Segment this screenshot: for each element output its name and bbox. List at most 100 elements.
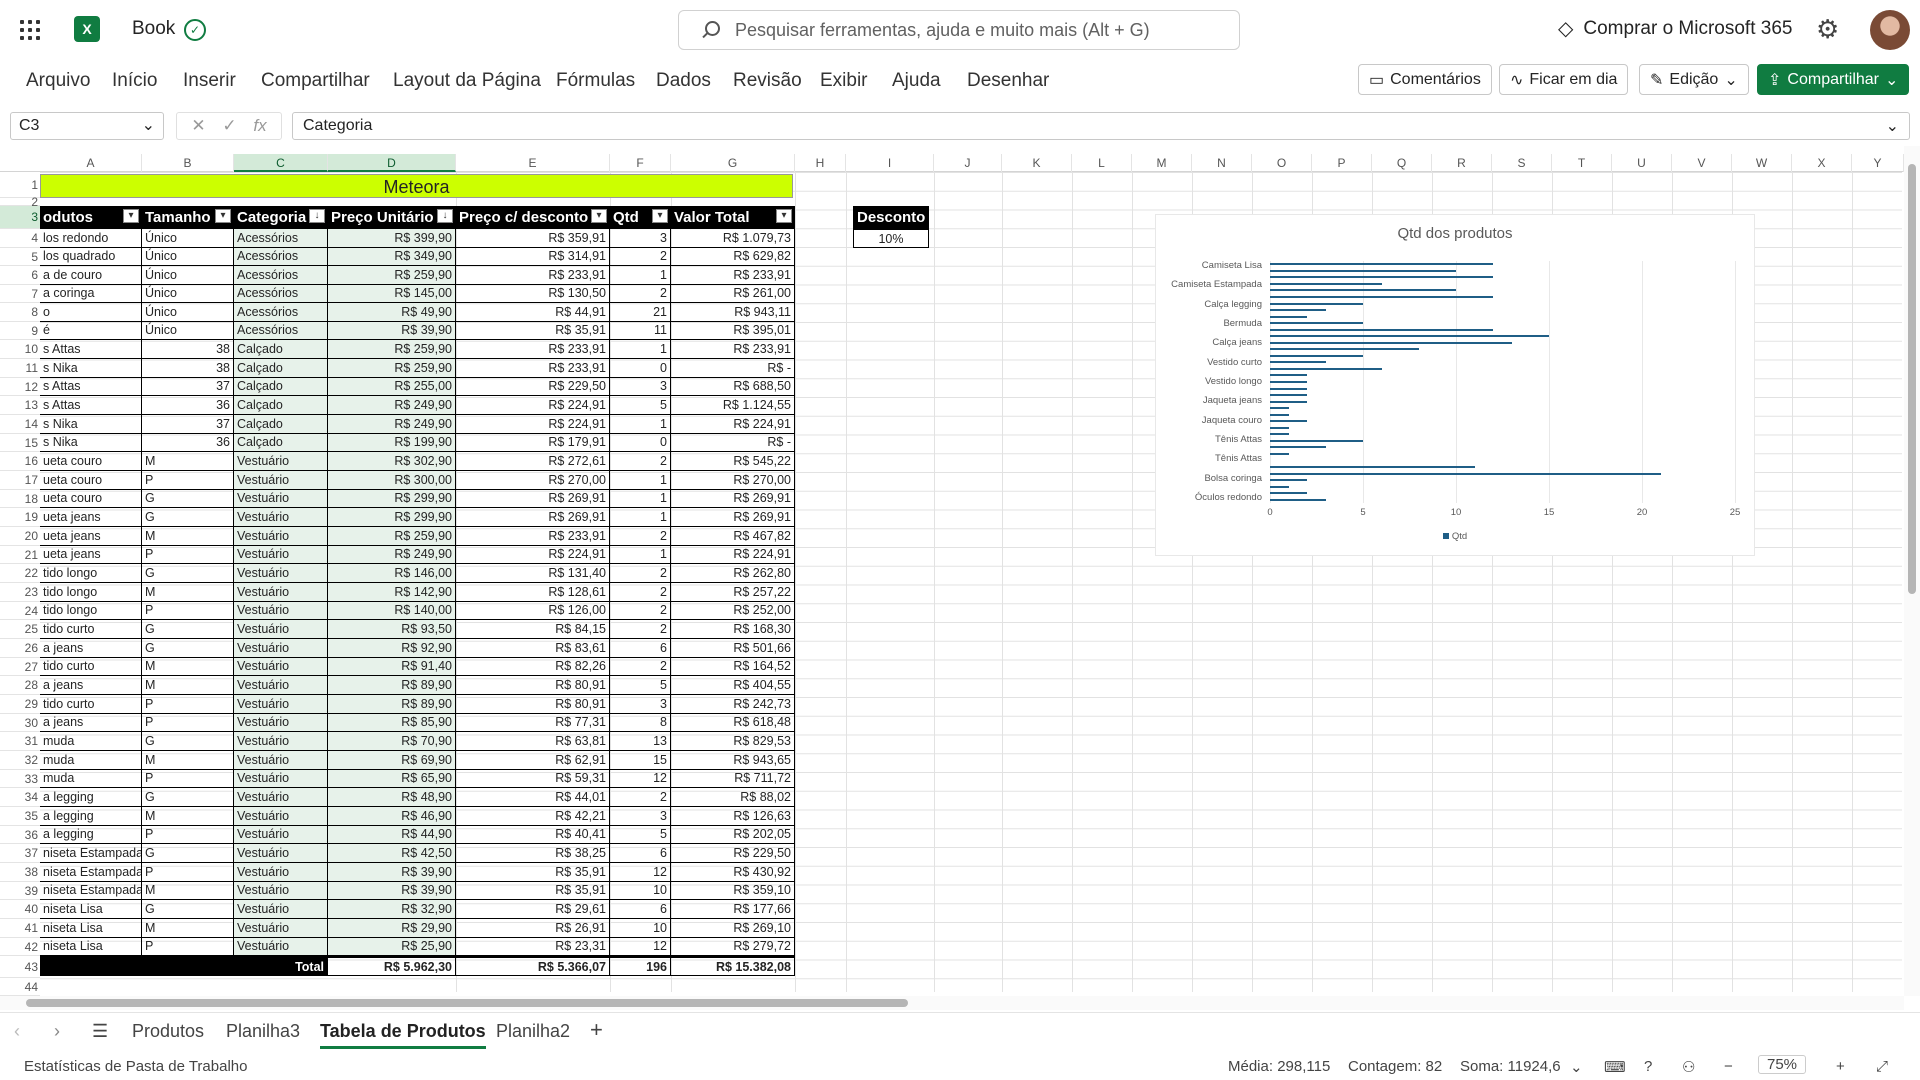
table-cell[interactable]: Único: [142, 266, 234, 285]
table-cell[interactable]: 0: [610, 359, 671, 378]
table-cell[interactable]: G: [142, 788, 234, 807]
table-cell[interactable]: 36: [142, 434, 234, 452]
table-cell[interactable]: M: [142, 527, 234, 546]
table-cell[interactable]: 1: [610, 546, 671, 564]
table-cell[interactable]: 1: [610, 490, 671, 508]
table-header[interactable]: Categoria ↓: [234, 206, 328, 229]
table-cell[interactable]: Calçado: [234, 434, 328, 452]
table-cell[interactable]: Vestuário: [234, 807, 328, 826]
settings-gear-icon[interactable]: ⚙: [1816, 14, 1839, 45]
column-header[interactable]: Q: [1372, 154, 1432, 172]
table-cell[interactable]: s Attas: [40, 378, 142, 396]
filter-dropdown-icon[interactable]: ▾: [776, 209, 792, 223]
table-cell[interactable]: R$ 259,90: [328, 266, 456, 285]
menu-item[interactable]: Desenhar: [967, 70, 1049, 92]
table-cell[interactable]: tido longo: [40, 583, 142, 602]
row-header[interactable]: 23: [0, 583, 40, 602]
table-cell[interactable]: é: [40, 322, 142, 340]
table-cell[interactable]: R$ 359,10: [671, 882, 795, 900]
row-header[interactable]: 2: [0, 196, 40, 208]
table-cell[interactable]: R$ 126,63: [671, 807, 795, 826]
row-header[interactable]: 27: [0, 658, 40, 676]
row-header[interactable]: 29: [0, 695, 40, 714]
table-cell[interactable]: s Nika: [40, 434, 142, 452]
table-cell[interactable]: Vestuário: [234, 490, 328, 508]
row-header[interactable]: 22: [0, 564, 40, 583]
table-cell[interactable]: R$ 44,91: [456, 303, 610, 322]
table-cell[interactable]: R$ 26,91: [456, 919, 610, 938]
table-cell[interactable]: a jeans: [40, 714, 142, 732]
table-cell[interactable]: R$ 618,48: [671, 714, 795, 732]
table-cell[interactable]: R$ 252,00: [671, 602, 795, 620]
table-cell[interactable]: 0: [610, 434, 671, 452]
column-header[interactable]: W: [1732, 154, 1792, 172]
row-header[interactable]: 24: [0, 602, 40, 620]
chart-bar[interactable]: [1270, 361, 1326, 364]
table-cell[interactable]: G: [142, 564, 234, 583]
menu-item[interactable]: Compartilhar: [261, 70, 370, 92]
table-cell[interactable]: muda: [40, 751, 142, 770]
table-cell[interactable]: P: [142, 471, 234, 490]
row-header[interactable]: 10: [0, 340, 40, 359]
total-cell[interactable]: R$ 15.382,08: [671, 956, 795, 976]
column-header[interactable]: L: [1072, 154, 1132, 172]
table-cell[interactable]: 5: [610, 676, 671, 695]
table-cell[interactable]: Único: [142, 285, 234, 303]
chart-bar[interactable]: [1270, 479, 1308, 482]
table-cell[interactable]: niseta Lisa: [40, 900, 142, 919]
chevron-down-icon[interactable]: ⌄: [1570, 1058, 1583, 1076]
table-cell[interactable]: Vestuário: [234, 546, 328, 564]
column-header[interactable]: M: [1132, 154, 1192, 172]
table-cell[interactable]: 36: [142, 396, 234, 415]
zoom-level[interactable]: 75%: [1758, 1055, 1807, 1074]
table-cell[interactable]: R$ 88,02: [671, 788, 795, 807]
table-cell[interactable]: 3: [610, 378, 671, 396]
chart-bar[interactable]: [1270, 400, 1308, 403]
table-cell[interactable]: ueta couro: [40, 452, 142, 471]
table-cell[interactable]: R$ 59,31: [456, 770, 610, 788]
table-cell[interactable]: niseta Estampada: [40, 863, 142, 882]
table-cell[interactable]: R$ 80,91: [456, 676, 610, 695]
total-cell[interactable]: 196: [610, 956, 671, 976]
table-cell[interactable]: 3: [610, 695, 671, 714]
table-cell[interactable]: P: [142, 863, 234, 882]
saved-status-icon[interactable]: ✓: [184, 19, 206, 41]
table-cell[interactable]: R$ 83,61: [456, 639, 610, 658]
table-cell[interactable]: ueta couro: [40, 490, 142, 508]
table-cell[interactable]: R$ 688,50: [671, 378, 795, 396]
menu-item[interactable]: Layout da Página: [393, 70, 541, 92]
table-cell[interactable]: 2: [610, 564, 671, 583]
table-cell[interactable]: R$ 943,11: [671, 303, 795, 322]
table-cell[interactable]: 1: [610, 415, 671, 434]
table-cell[interactable]: Único: [142, 229, 234, 248]
table-cell[interactable]: R$ 249,90: [328, 396, 456, 415]
qtd-chart[interactable]: Qtd dos produtos 0 5 10 15 20 25 Camiseta Lisa…: [1155, 214, 1755, 556]
filter-dropdown-icon[interactable]: ▾: [215, 209, 231, 223]
row-header[interactable]: 40: [0, 900, 40, 919]
table-cell[interactable]: R$ 270,00: [671, 471, 795, 490]
table-cell[interactable]: a legging: [40, 788, 142, 807]
chart-bar[interactable]: [1270, 387, 1308, 390]
chart-bar[interactable]: [1270, 413, 1289, 416]
table-cell[interactable]: G: [142, 900, 234, 919]
row-header[interactable]: 41: [0, 919, 40, 938]
table-cell[interactable]: tido longo: [40, 564, 142, 583]
table-cell[interactable]: s Attas: [40, 340, 142, 359]
table-cell[interactable]: M: [142, 452, 234, 471]
chart-bar[interactable]: [1270, 263, 1494, 266]
table-cell[interactable]: 11: [610, 322, 671, 340]
table-cell[interactable]: R$ 259,90: [328, 359, 456, 378]
table-cell[interactable]: R$ 35,91: [456, 863, 610, 882]
row-header[interactable]: 28: [0, 676, 40, 695]
avatar[interactable]: [1870, 10, 1910, 50]
table-cell[interactable]: R$ -: [671, 434, 795, 452]
table-cell[interactable]: R$ 62,91: [456, 751, 610, 770]
table-header[interactable]: odutos ▾: [40, 206, 142, 229]
table-cell[interactable]: R$ 39,90: [328, 882, 456, 900]
chart-bar[interactable]: [1270, 433, 1289, 436]
table-cell[interactable]: Calçado: [234, 359, 328, 378]
table-cell[interactable]: Vestuário: [234, 900, 328, 919]
insert-function-icon[interactable]: fx: [253, 116, 266, 136]
table-cell[interactable]: R$ 85,90: [328, 714, 456, 732]
table-cell[interactable]: R$ -: [671, 359, 795, 378]
